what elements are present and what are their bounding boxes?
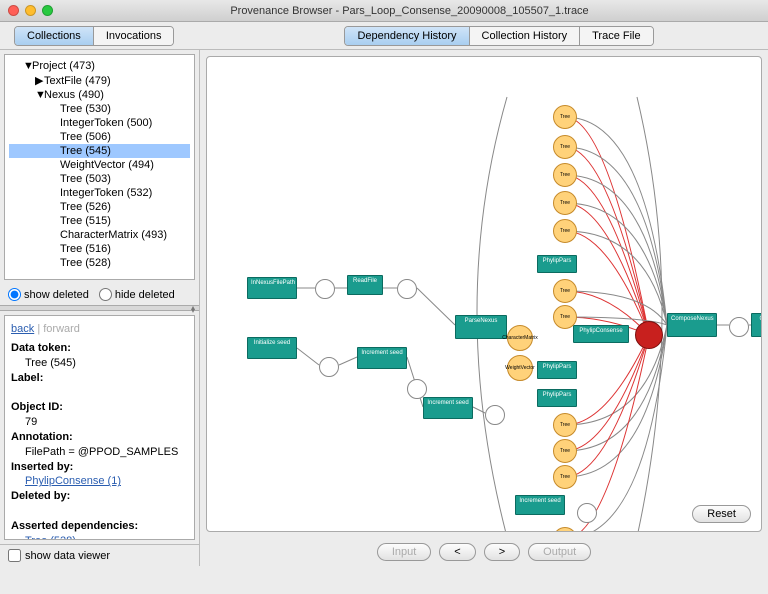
tab-dependency-history[interactable]: Dependency History [345,27,469,45]
next-button[interactable]: > [484,543,520,561]
graph-canvas[interactable]: InNexusFilePath ReadFile Initialize seed In… [206,56,762,532]
graph-node-tree[interactable]: Tree [553,163,577,187]
input-button[interactable]: Input [377,543,431,561]
nav-forward: forward [43,323,80,335]
tree-root[interactable]: ▼Project (473) [9,59,190,73]
tree-row[interactable]: Tree (526) [9,200,190,214]
reset-button[interactable]: Reset [692,505,751,523]
tree-row[interactable]: Tree (503) [9,172,190,186]
graph-node-token[interactable] [315,279,335,299]
graph-node-tree[interactable]: Tree [553,105,577,129]
label-show-data-viewer: show data viewer [25,550,110,562]
tree-row[interactable]: CharacterMatrix (493) [9,228,190,242]
graph-node-tree[interactable]: Tree [553,219,577,243]
graph-node-rect[interactable]: OutPhyloXml [751,313,762,337]
tree-row[interactable]: ▼Nexus (490) [9,88,190,102]
graph-node-tree[interactable]: Tree [553,135,577,159]
graph-node-rect[interactable]: PhylipConsense [573,325,629,343]
graph-node-tree[interactable]: Tree [553,465,577,489]
graph-node-rect[interactable]: InNexusFilePath [247,277,297,299]
tab-trace-file[interactable]: Trace File [580,27,653,45]
graph-node-selected[interactable] [635,321,663,349]
graph-node-rect[interactable]: ComposeNexus [667,313,717,337]
prev-button[interactable]: < [439,543,475,561]
collection-tree[interactable]: ▼Project (473) ▶TextFile (479)▼Nexus (49… [4,54,195,280]
output-button[interactable]: Output [528,543,591,561]
value-data-token: Tree (545) [11,356,188,371]
details-panel: back | forward Data token: Tree (545) La… [4,315,195,540]
tab-collection-history[interactable]: Collection History [470,27,581,45]
graph-node-tree[interactable]: Tree [553,413,577,437]
tree-row[interactable]: IntegerToken (500) [9,116,190,130]
tree-row[interactable]: Tree (515) [9,214,190,228]
center-tabset: Dependency History Collection History Tr… [344,26,653,46]
graph-node-tree[interactable]: Tree [553,279,577,303]
dep-link[interactable]: Tree (528) [25,534,76,540]
graph-node-tree[interactable]: CharacterMatrix [507,325,533,351]
graph-node-rect[interactable]: PhylipPars [537,389,577,407]
graph-node-token[interactable] [577,503,597,523]
radio-hide-deleted[interactable]: hide deleted [99,288,175,301]
label-asserted-deps: Asserted dependencies: [11,520,138,532]
graph-node-rect[interactable]: Initialize seed [247,337,297,359]
label-inserted-by: Inserted by: [11,461,73,473]
graph-node-rect[interactable]: PhylipPars [537,255,577,273]
graph-node-rect[interactable]: Increment seed [423,397,473,419]
splitter-handle[interactable]: ▴▾ [0,305,199,311]
tree-row[interactable]: IntegerToken (532) [9,186,190,200]
graph-node-token[interactable] [319,357,339,377]
label-annotation: Annotation: [11,431,73,443]
graph-node-rect[interactable]: PhylipPars [537,361,577,379]
label-object-id: Object ID: [11,401,63,413]
tree-row[interactable]: Tree (528) [9,256,190,270]
value-object-id: 79 [11,415,188,430]
graph-node-tree[interactable]: Tree [553,305,577,329]
tree-row[interactable]: WeightVector (494) [9,158,190,172]
tree-row[interactable]: Tree (530) [9,102,190,116]
window-traffic-lights[interactable] [8,5,53,16]
tree-row[interactable]: Tree (506) [9,130,190,144]
graph-node-token[interactable] [397,279,417,299]
value-annotation: FilePath = @PPOD_SAMPLES [11,445,188,460]
label-deleted-by: Deleted by: [11,490,70,502]
link-inserted-by[interactable]: PhylipConsense (1) [25,474,121,489]
graph-node-tree[interactable]: Tree [553,439,577,463]
left-tabset: Collections Invocations [14,26,174,46]
tab-collections[interactable]: Collections [15,27,94,45]
graph-node-token[interactable] [407,379,427,399]
graph-node-tree[interactable]: Tree [553,191,577,215]
window-title: Provenance Browser - Pars_Loop_Consense_… [59,5,760,17]
graph-node-rect[interactable]: ReadFile [347,275,383,295]
graph-node-rect[interactable]: Increment seed [515,495,565,515]
nav-back[interactable]: back [11,322,34,337]
graph-node-token[interactable] [729,317,749,337]
tab-invocations[interactable]: Invocations [94,27,174,45]
radio-show-deleted[interactable]: show deleted [8,288,89,301]
label-label: Label: [11,372,43,384]
label-data-token: Data token: [11,342,71,354]
tree-row[interactable]: Tree (545) [9,144,190,158]
graph-node-tree[interactable]: WeightVector [507,355,533,381]
zoom-icon[interactable] [42,5,53,16]
minimize-icon[interactable] [25,5,36,16]
tree-row[interactable]: Tree (516) [9,242,190,256]
graph-node-rect[interactable]: ParseNexus [455,315,507,339]
checkbox-show-data-viewer[interactable] [8,549,21,562]
close-icon[interactable] [8,5,19,16]
tree-row[interactable]: ▶TextFile (479) [9,73,190,88]
graph-node-rect[interactable]: Increment seed [357,347,407,369]
graph-node-token[interactable] [485,405,505,425]
